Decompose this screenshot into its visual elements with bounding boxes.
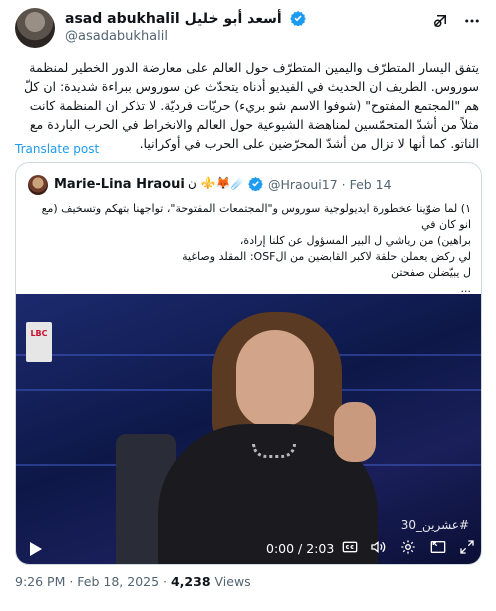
author-handle[interactable]: @asadabukhalil <box>65 29 168 44</box>
more-icon[interactable] <box>463 12 481 30</box>
post-timestamp[interactable]: 9:26 PM · Feb 18, 2025 <box>15 574 159 589</box>
views-label: Views <box>214 574 251 589</box>
quoted-author-emojis: ن ⚜️🦊☄️ <box>188 176 246 190</box>
volume-icon[interactable] <box>370 539 386 555</box>
author-name-latin[interactable]: asad abukhalil <box>65 11 180 27</box>
settings-icon[interactable] <box>400 539 416 555</box>
quoted-author-handle-date[interactable]: @Hraoui17 · Feb 14 <box>268 177 392 192</box>
author-name[interactable]: asad abukhalil أسعد أبو خليل <box>65 10 306 27</box>
video-controls: 0:00 / 2:03 <box>16 531 481 564</box>
video-person-hand <box>334 402 376 462</box>
quoted-post[interactable]: Marie-Lina Hraoui ن ⚜️🦊☄️ @Hraoui17 · Fe… <box>15 162 482 565</box>
post-header: asad abukhalil أسعد أبو خليل @asadabukha… <box>15 8 481 52</box>
quoted-text-line: ١) لما ضوّينا عخطورة ايديولوجية سوروس و"… <box>41 202 471 231</box>
captions-icon[interactable] <box>342 539 358 555</box>
quoted-post-header: Marie-Lina Hraoui ن ⚜️🦊☄️ @Hraoui17 · Fe… <box>28 175 468 195</box>
meta-separator: · <box>159 574 171 589</box>
play-icon[interactable] <box>30 542 42 556</box>
quoted-post-text: ١) لما ضوّينا عخطورة ايديولوجية سوروس و"… <box>28 201 471 297</box>
quoted-author-name[interactable]: Marie-Lina Hraoui <box>54 177 185 192</box>
verified-badge-icon <box>289 11 306 26</box>
quoted-text-line: لي ركض يعملن حلقة لاكبر القابضين من الOS… <box>182 250 471 263</box>
video-person-face <box>236 330 314 428</box>
video-player[interactable]: LBC #عشرين_30 0:00 / 2:03 <box>16 294 481 564</box>
grok-icon[interactable] <box>431 12 449 30</box>
quoted-text-line: براهين) من رياشي ل البير المسؤول عن كلنا… <box>239 234 471 247</box>
author-name-arabic[interactable]: أسعد أبو خليل <box>185 11 282 27</box>
author-avatar[interactable] <box>15 8 55 48</box>
verified-badge-icon <box>248 176 263 191</box>
views-count: 4,238 <box>170 574 211 589</box>
video-time: 0:00 / 2:03 <box>266 541 335 556</box>
channel-logo: LBC <box>26 322 52 362</box>
video-hashtag: #عشرين_30 <box>400 518 469 532</box>
fullscreen-icon[interactable] <box>459 539 475 555</box>
quoted-author-avatar[interactable] <box>28 175 48 195</box>
post-meta: 9:26 PM · Feb 18, 2025 · 4,238 Views <box>15 574 251 589</box>
translate-post-link[interactable]: Translate post <box>15 142 99 156</box>
quoted-text-line: ل يبيّضلن صفحتن <box>391 266 471 279</box>
post-text: يتفق اليسار المتطرّف واليمين المتطرّف حو… <box>23 60 479 151</box>
picture-in-picture-icon[interactable] <box>430 539 446 555</box>
